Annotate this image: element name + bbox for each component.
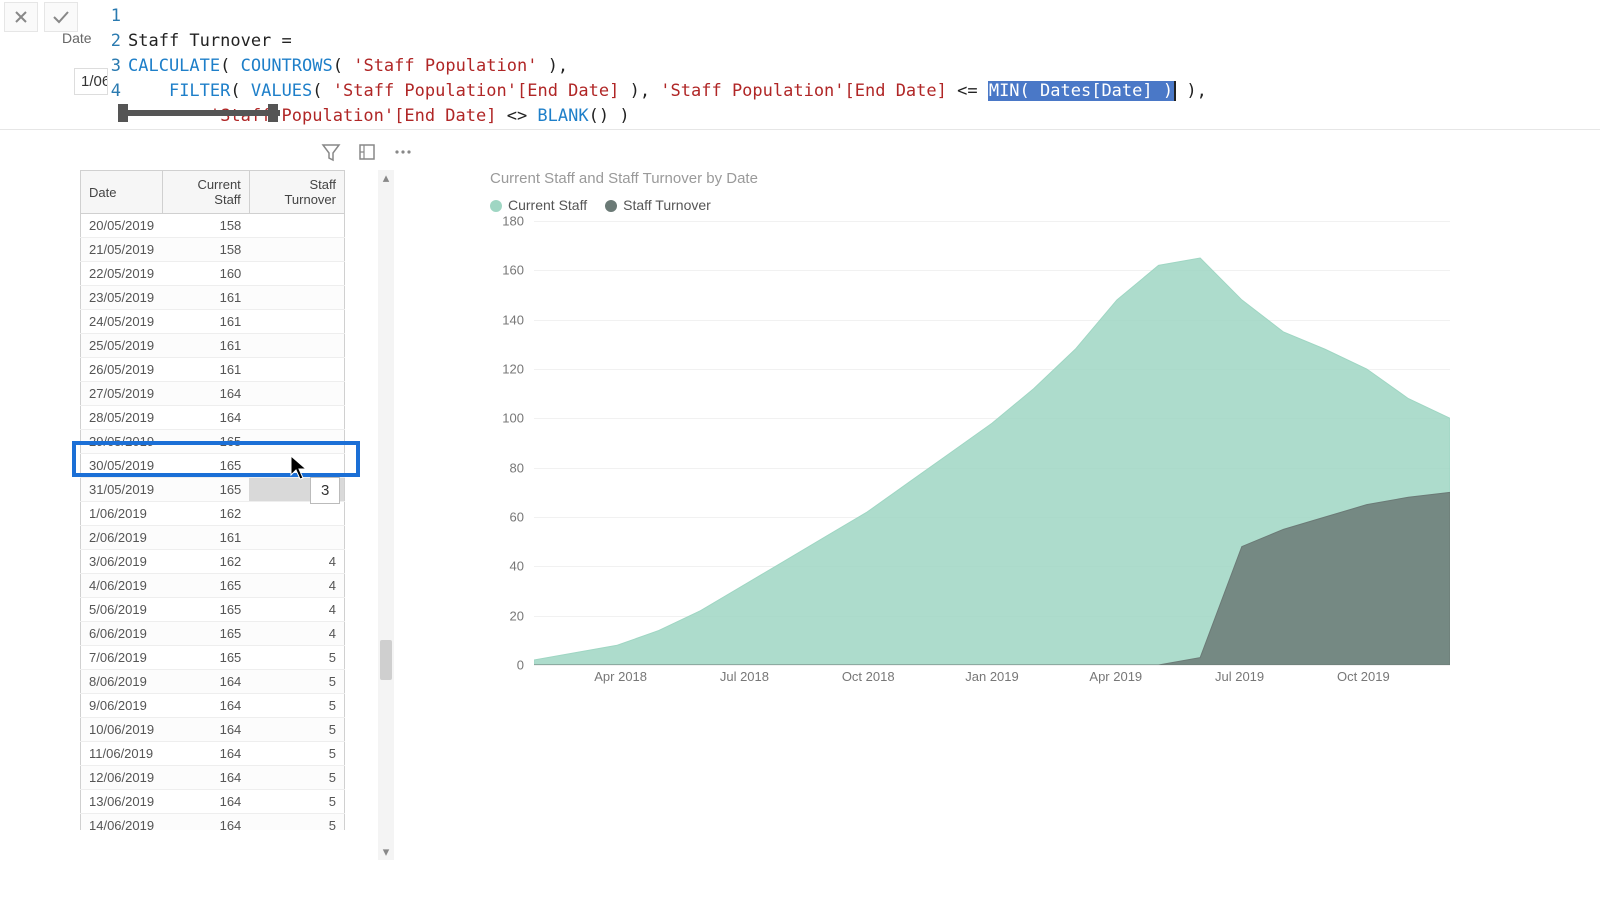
y-axis: 020406080100120140160180 (490, 221, 530, 691)
table-row[interactable]: 28/05/2019164 (81, 406, 345, 430)
table-row[interactable]: 20/05/2019158 (81, 214, 345, 238)
scrollbar-thumb[interactable] (380, 640, 392, 680)
col-current-staff[interactable]: Current Staff (162, 171, 249, 214)
table-row[interactable]: 6/06/20191654 (81, 622, 345, 646)
table-row[interactable]: 9/06/20191645 (81, 694, 345, 718)
table-row[interactable]: 22/05/2019160 (81, 262, 345, 286)
cell-tooltip: 3 (310, 477, 340, 504)
table-row[interactable]: 30/05/2019165 (81, 454, 345, 478)
table-row[interactable]: 5/06/20191654 (81, 598, 345, 622)
date-slicer-value[interactable]: 1/06/ (74, 68, 108, 95)
table-row[interactable]: 2/06/2019161 (81, 526, 345, 550)
close-icon (13, 9, 29, 25)
visual-header (320, 141, 414, 163)
line-number-gutter: 1 2 3 4 (107, 4, 121, 104)
table-row[interactable]: 7/06/20191655 (81, 646, 345, 670)
data-table-visual[interactable]: Date Current Staff Staff Turnover 20/05/… (80, 170, 360, 870)
commit-button[interactable] (44, 2, 78, 32)
chart-legend: Current Staff Staff Turnover (490, 197, 1480, 213)
cancel-button[interactable] (4, 2, 38, 32)
chart-plot-area: 020406080100120140160180 Apr 2018Jul 201… (490, 221, 1450, 691)
slider-handle-start[interactable] (118, 104, 128, 122)
table-row[interactable]: 14/06/20191645 (81, 814, 345, 831)
check-icon (52, 9, 70, 25)
col-staff-turnover[interactable]: Staff Turnover (249, 171, 344, 214)
table-row[interactable]: 1/06/2019162 (81, 502, 345, 526)
table-row[interactable]: 29/05/2019165 (81, 430, 345, 454)
col-date[interactable]: Date (81, 171, 163, 214)
filter-icon[interactable] (320, 141, 342, 163)
table-row[interactable]: 21/05/2019158 (81, 238, 345, 262)
legend-item-current-staff[interactable]: Current Staff (490, 197, 587, 213)
table-row[interactable]: 12/06/20191645 (81, 766, 345, 790)
scroll-down-icon[interactable]: ▾ (378, 844, 394, 860)
area-chart-visual[interactable]: Current Staff and Staff Turnover by Date… (490, 170, 1480, 730)
chart-title: Current Staff and Staff Turnover by Date (490, 170, 1480, 187)
table-row[interactable]: 25/05/2019161 (81, 334, 345, 358)
table-header-row: Date Current Staff Staff Turnover (81, 171, 345, 214)
table-row[interactable]: 10/06/20191645 (81, 718, 345, 742)
table-row[interactable]: 8/06/20191645 (81, 670, 345, 694)
focus-mode-icon[interactable] (356, 141, 378, 163)
scroll-up-icon[interactable]: ▴ (378, 170, 394, 186)
table-row[interactable]: 13/06/20191645 (81, 790, 345, 814)
formula-bar: Date 1/06/ 1 2 3 4 Staff Turnover = CALC… (0, 0, 1600, 130)
date-field-label: Date (62, 30, 92, 46)
table-row[interactable]: 23/05/2019161 (81, 286, 345, 310)
x-axis: Apr 2018Jul 2018Oct 2018Jan 2019Apr 2019… (534, 669, 1450, 691)
legend-item-staff-turnover[interactable]: Staff Turnover (605, 197, 711, 213)
table-row[interactable]: 24/05/2019161 (81, 310, 345, 334)
table-scrollbar[interactable]: ▴ ▾ (378, 170, 394, 860)
table-row[interactable]: 4/06/20191654 (81, 574, 345, 598)
table-row[interactable]: 27/05/2019164 (81, 382, 345, 406)
slider-handle-end[interactable] (268, 104, 278, 122)
more-options-icon[interactable] (392, 141, 414, 163)
date-slicer-slider[interactable] (120, 110, 280, 116)
table-row[interactable]: 31/05/20191653 (81, 478, 345, 502)
dax-editor[interactable]: Staff Turnover = CALCULATE( COUNTROWS( '… (128, 4, 1207, 154)
table-row[interactable]: 26/05/2019161 (81, 358, 345, 382)
table-row[interactable]: 3/06/20191624 (81, 550, 345, 574)
table-row[interactable]: 11/06/20191645 (81, 742, 345, 766)
